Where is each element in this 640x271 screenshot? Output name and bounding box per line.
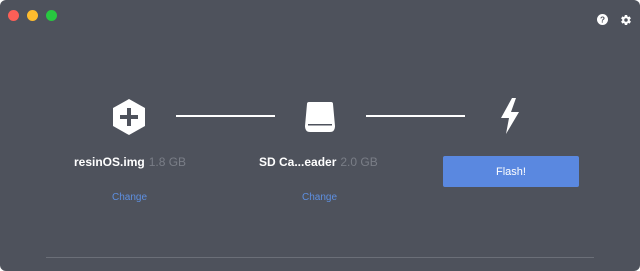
header-actions: ? [596, 13, 632, 26]
window-controls [8, 10, 57, 21]
image-label: resinOS.img 1.8 GB [74, 155, 186, 169]
maximize-window-button[interactable] [46, 10, 57, 21]
drive-name: SD Ca...eader [259, 155, 337, 169]
step-connector [176, 115, 275, 117]
app-window: ? resinOS.img 1.8 GB SD Ca...eader 2.0 G… [0, 0, 640, 271]
image-size: 1.8 GB [148, 155, 187, 169]
step-connector [366, 115, 465, 117]
close-window-button[interactable] [8, 10, 19, 21]
svg-text:?: ? [600, 15, 605, 24]
image-name: resinOS.img [74, 155, 145, 169]
flash-button[interactable]: Flash! [443, 156, 579, 187]
lightning-icon [497, 97, 523, 135]
change-image-link[interactable]: Change [112, 192, 147, 203]
change-drive-link[interactable]: Change [302, 192, 337, 203]
gear-icon[interactable] [619, 13, 632, 26]
help-icon[interactable]: ? [596, 13, 609, 26]
footer-divider [46, 257, 594, 258]
plus-hexagon-icon [110, 98, 148, 136]
minimize-window-button[interactable] [27, 10, 38, 21]
drive-icon [303, 99, 337, 135]
drive-size: 2.0 GB [340, 155, 378, 169]
drive-label: SD Ca...eader 2.0 GB [259, 155, 378, 169]
